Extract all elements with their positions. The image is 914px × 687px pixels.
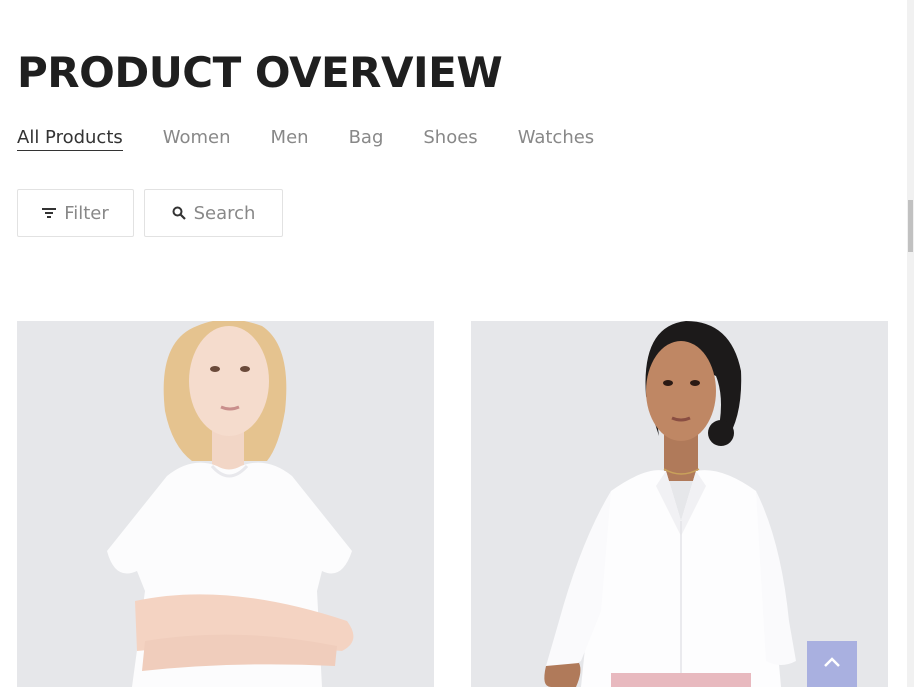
product-card[interactable]	[17, 321, 434, 687]
product-image-woman-shirt	[471, 321, 888, 687]
scrollbar-thumb[interactable]	[908, 200, 913, 252]
chevron-up-icon	[823, 655, 841, 673]
product-card[interactable]	[471, 321, 888, 687]
filter-icon	[42, 207, 57, 219]
tab-shoes[interactable]: Shoes	[423, 127, 477, 151]
category-tabs: All Products Women Men Bag Shoes Watches	[17, 127, 634, 151]
filter-label: Filter	[64, 202, 109, 224]
tab-men[interactable]: Men	[271, 127, 309, 151]
tab-watches[interactable]: Watches	[518, 127, 595, 151]
search-button[interactable]: Search	[144, 189, 283, 237]
search-icon	[172, 206, 186, 220]
product-image-woman-tshirt	[17, 321, 434, 687]
search-label: Search	[193, 202, 256, 224]
page-title: PRODUCT OVERVIEW	[17, 48, 503, 97]
tab-all-products[interactable]: All Products	[17, 127, 123, 151]
filter-button[interactable]: Filter	[17, 189, 134, 237]
scroll-top-button[interactable]	[807, 641, 857, 687]
tab-women[interactable]: Women	[163, 127, 231, 151]
tab-bag[interactable]: Bag	[349, 127, 384, 151]
page-scrollbar[interactable]	[907, 0, 914, 687]
